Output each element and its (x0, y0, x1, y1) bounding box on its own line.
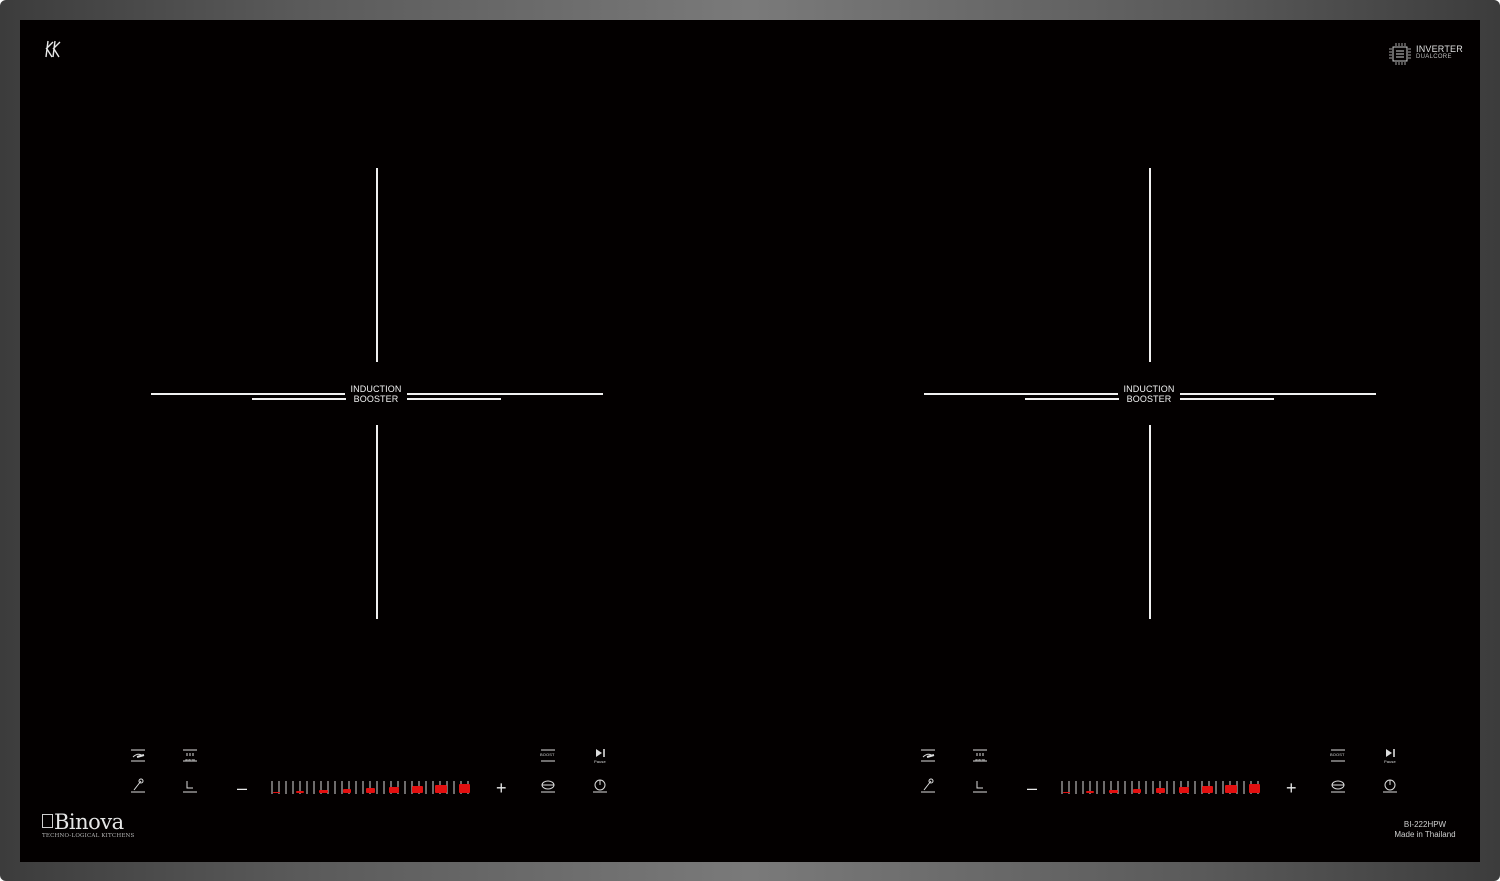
zone-right-line-left-inner (1025, 398, 1119, 400)
play-pause-icon[interactable] (1380, 746, 1402, 768)
inverter-badge: INVERTER DUALCORE (1386, 40, 1466, 68)
hob-frame: INVERTER DUALCORE INDUCTION BOOSTER INDU… (0, 0, 1500, 881)
brand-logo: Binova TECHNO-LOGICAL KITCHENS (42, 810, 152, 842)
zone-left-line-top (376, 168, 378, 362)
power-level-led (296, 790, 304, 793)
power-icon[interactable] (590, 776, 612, 798)
inverter-label: INVERTER (1416, 44, 1463, 54)
pause-label: Pause (1384, 759, 1396, 764)
model-origin: Made in Thailand (1394, 830, 1456, 839)
zone-right-line-right-inner (1180, 398, 1274, 400)
power-level-led (1155, 787, 1166, 793)
power-level-led (1225, 785, 1237, 793)
power-icon[interactable] (1380, 776, 1402, 798)
zone-left-line-left (151, 393, 345, 395)
zone-left-line-left-inner (252, 398, 346, 400)
minus-button[interactable]: – (237, 779, 247, 797)
zone-left-line-bottom (376, 425, 378, 619)
boost-icon[interactable] (1328, 746, 1350, 768)
zone-right-line-bottom (1149, 425, 1151, 619)
power-level-led (458, 784, 471, 793)
boost-icon[interactable] (538, 746, 560, 768)
power-level-led (365, 787, 376, 793)
dualcore-label: DUALCORE (1416, 54, 1452, 60)
pan-detect-icon[interactable] (918, 776, 940, 798)
power-level-led (389, 787, 399, 793)
timer-icon[interactable] (970, 776, 992, 798)
k-logo-icon (45, 40, 61, 58)
pause-label: Pause (594, 759, 606, 764)
zone-right-line-left (924, 393, 1118, 395)
control-panel-left: warm BOOST Pause – + (120, 746, 620, 806)
model-info: BI-222HPW Made in Thailand (1370, 820, 1480, 840)
pan-boost-icon[interactable] (1328, 776, 1350, 798)
power-level-led (412, 786, 423, 793)
boost-label: BOOST (1330, 752, 1345, 757)
zone-left-line-right (407, 393, 603, 395)
zone-right-label-line2: BOOSTER (1126, 393, 1172, 404)
pan-boost-icon[interactable] (538, 776, 560, 798)
control-panel-right: warm BOOST Pause – + (910, 746, 1410, 806)
glass-surface: INVERTER DUALCORE INDUCTION BOOSTER INDU… (20, 20, 1480, 862)
power-level-led (1179, 787, 1189, 793)
boost-label: BOOST (540, 752, 555, 757)
model-code: BI-222HPW (1403, 820, 1447, 829)
power-level-led (435, 785, 447, 793)
power-level-led (273, 791, 280, 793)
minus-button[interactable]: – (1027, 779, 1037, 797)
brand-tagline: TECHNO-LOGICAL KITCHENS (42, 833, 135, 839)
power-level-led (1086, 790, 1094, 793)
zone-left-line-right-inner (407, 398, 501, 400)
corner-logo (42, 38, 64, 65)
warm-label: warm (185, 757, 196, 762)
zone-left-label-line2: BOOSTER (353, 393, 399, 404)
pan-icon[interactable] (128, 746, 150, 768)
chip-icon (1389, 43, 1411, 65)
warm-label: warm (975, 757, 986, 762)
brand-name: Binova (54, 810, 124, 834)
zone-right-line-top (1149, 168, 1151, 362)
pan-detect-icon[interactable] (128, 776, 150, 798)
plus-button[interactable]: + (496, 779, 507, 797)
brand-box-mark (42, 814, 53, 828)
zone-left-label: INDUCTION BOOSTER (341, 384, 411, 404)
pan-icon[interactable] (918, 746, 940, 768)
zone-right-label: INDUCTION BOOSTER (1114, 384, 1184, 404)
power-level-led (319, 789, 328, 793)
power-level-led (1109, 789, 1118, 793)
power-level-led (1248, 784, 1261, 793)
power-level-led (1202, 786, 1213, 793)
zone-right-line-right (1180, 393, 1376, 395)
timer-icon[interactable] (180, 776, 202, 798)
power-level-led (342, 788, 352, 793)
power-level-led (1132, 788, 1142, 793)
play-pause-icon[interactable] (590, 746, 612, 768)
plus-button[interactable]: + (1286, 779, 1297, 797)
power-level-led (1063, 791, 1070, 793)
